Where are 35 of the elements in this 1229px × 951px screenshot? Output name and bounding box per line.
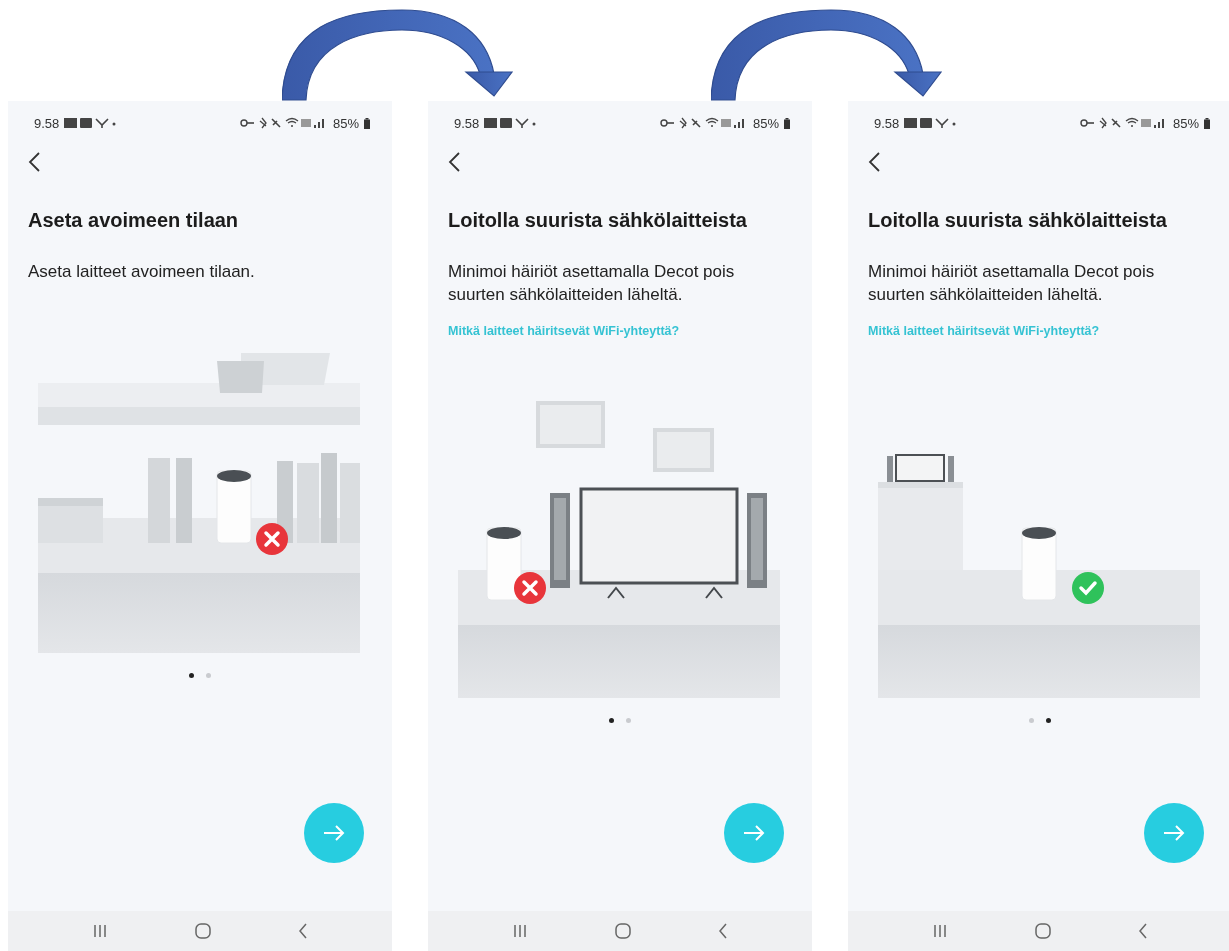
notification-icons	[64, 117, 117, 129]
screen-title: Loitolla suurista sähkölaitteista	[868, 209, 1168, 232]
battery-icon	[364, 117, 370, 129]
home-button[interactable]	[1035, 923, 1051, 939]
arrow-right-icon	[323, 825, 345, 841]
battery-icon	[1204, 117, 1210, 129]
description-text: Aseta laitteet avoimeen tilaan.	[28, 261, 256, 283]
home-button[interactable]	[615, 923, 631, 939]
help-link[interactable]: Mitkä laitteet häiritsevät WiFi-yhteyttä?	[448, 324, 680, 338]
back-icon	[28, 152, 40, 172]
screen-title: Aseta avoimeen tilaan	[28, 209, 240, 232]
description-text: Minimoi häiriöt asettamalla Decot pois suurten sähkölaitteiden läheltä.	[868, 261, 1156, 306]
help-link[interactable]: Mitkä laitteet häiritsevät WiFi-yhteyttä?	[868, 324, 1100, 338]
description-text: Minimoi häiriöt asettamalla Decot pois suurten sähkölaitteiden läheltä.	[448, 261, 736, 306]
status-time: 9.58	[454, 115, 480, 131]
notification-icons	[484, 117, 537, 129]
battery-percentage: 85%	[1172, 115, 1199, 131]
battery-percentage: 85%	[332, 115, 359, 131]
recent-apps-button[interactable]	[931, 924, 948, 938]
battery-icon	[784, 117, 790, 129]
back-icon	[448, 152, 460, 172]
status-time: 9.58	[874, 115, 900, 131]
status-time: 9.58	[34, 115, 60, 131]
arrow-right-icon	[1163, 825, 1185, 841]
back-nav-button[interactable]	[718, 923, 729, 939]
arrow-right-icon	[743, 825, 765, 841]
battery-percentage: 85%	[752, 115, 779, 131]
back-nav-button[interactable]	[1138, 923, 1149, 939]
back-icon	[868, 152, 880, 172]
back-nav-button[interactable]	[298, 923, 309, 939]
home-button[interactable]	[195, 923, 211, 939]
screen-title: Loitolla suurista sähkölaitteista	[448, 209, 748, 232]
recent-apps-button[interactable]	[91, 924, 108, 938]
notification-icons	[904, 117, 957, 129]
recent-apps-button[interactable]	[511, 924, 528, 938]
